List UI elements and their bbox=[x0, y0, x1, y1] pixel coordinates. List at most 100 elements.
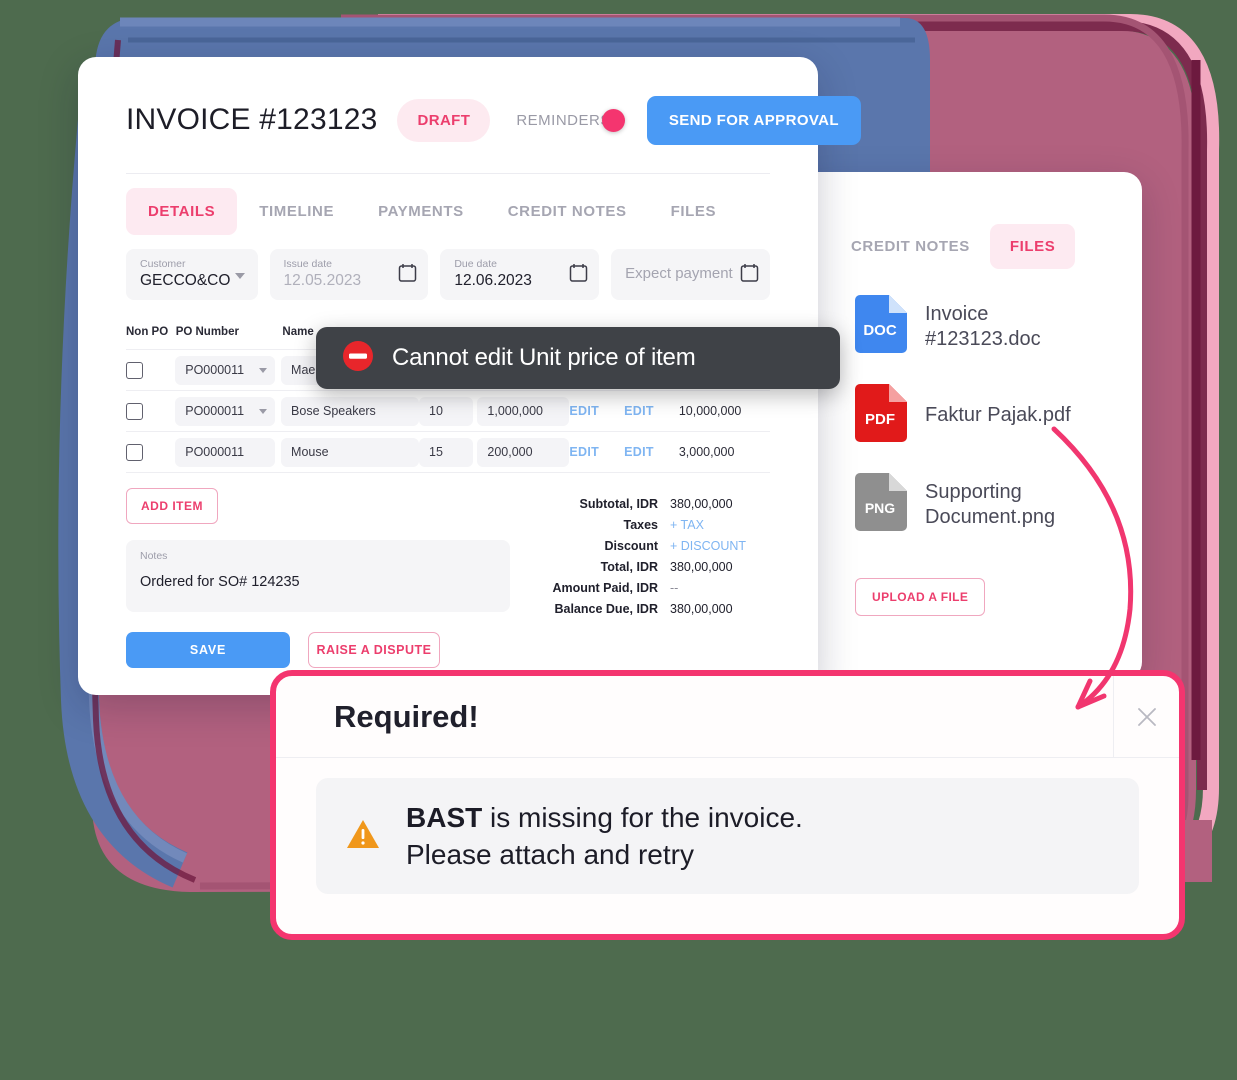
row-total-value: 10,000,000 bbox=[678, 404, 742, 418]
due-date-label: Due date bbox=[454, 258, 497, 270]
row-po-cell[interactable]: PO000011 bbox=[175, 350, 281, 390]
totals-value: 380,00,000 bbox=[670, 497, 733, 511]
po-number-select[interactable]: PO000011 bbox=[175, 437, 276, 467]
row-edit2-cell[interactable]: EDIT bbox=[624, 432, 679, 472]
unit-price-input[interactable]: 1,000,000 bbox=[477, 396, 570, 426]
notes-field[interactable]: Notes Ordered for SO# 124235 bbox=[126, 540, 510, 612]
tab-files[interactable]: FILES bbox=[989, 224, 1076, 269]
totals-label: Subtotal, IDR bbox=[579, 497, 658, 511]
raise-dispute-button[interactable]: RAISE A DISPUTE bbox=[308, 632, 440, 668]
expect-payment-placeholder: Expect payment bbox=[625, 265, 733, 282]
totals-summary: Subtotal, IDR 380,00,000 Taxes + TAX Dis… bbox=[520, 497, 770, 623]
due-date-field[interactable]: Due date 12.06.2023 bbox=[440, 249, 600, 300]
row-price-cell[interactable]: 1,000,000 bbox=[477, 391, 570, 431]
chevron-down-icon bbox=[259, 409, 268, 414]
status-badge: DRAFT bbox=[397, 98, 491, 142]
alert-bold-term: BAST bbox=[406, 802, 483, 833]
doc-file-icon: DOC bbox=[855, 295, 907, 358]
svg-text:PNG: PNG bbox=[865, 500, 895, 516]
totals-label: Balance Due, IDR bbox=[554, 602, 658, 616]
row-non-po-cell bbox=[126, 350, 175, 390]
item-name-input[interactable]: Mouse bbox=[281, 437, 420, 467]
calendar-icon bbox=[569, 262, 588, 287]
totals-value: -- bbox=[670, 581, 679, 595]
file-list-item[interactable]: PNG Supporting Document.png bbox=[797, 473, 1142, 536]
qty-value: 10 bbox=[429, 404, 443, 418]
totals-value: 380,00,000 bbox=[670, 560, 733, 574]
required-dialog: Required! BAST is missing for the invoic… bbox=[270, 670, 1185, 940]
tab-files[interactable]: FILES bbox=[649, 188, 739, 235]
table-row[interactable]: PO000011 Mouse 15 200,000 EDIT EDIT 3,00… bbox=[126, 431, 770, 472]
row-edit1-cell[interactable]: EDIT bbox=[569, 432, 624, 472]
unit-price-value: 200,000 bbox=[487, 445, 533, 459]
svg-text:DOC: DOC bbox=[863, 322, 897, 339]
row-edit1-cell[interactable]: EDIT bbox=[569, 391, 624, 431]
file-list-item[interactable]: DOC Invoice #123123.doc bbox=[797, 295, 1142, 358]
row-po-cell[interactable]: PO000011 bbox=[175, 432, 281, 472]
row-checkbox[interactable] bbox=[126, 361, 143, 379]
save-button[interactable]: SAVE bbox=[126, 632, 290, 668]
table-row[interactable]: PO000011 Bose Speakers 10 1,000,000 EDIT… bbox=[126, 390, 770, 431]
row-checkbox[interactable] bbox=[126, 402, 143, 420]
qty-value: 15 bbox=[429, 445, 443, 459]
calendar-icon bbox=[398, 262, 417, 287]
edit-link[interactable]: EDIT bbox=[624, 404, 654, 418]
file-list-item[interactable]: PDF Faktur Pajak.pdf bbox=[797, 384, 1142, 447]
dialog-header: Required! bbox=[276, 676, 1179, 758]
customer-field[interactable]: Customer GECCO&CO bbox=[126, 249, 258, 300]
tab-details[interactable]: DETAILS bbox=[126, 188, 238, 235]
unit-price-input[interactable]: 200,000 bbox=[477, 437, 570, 467]
item-name-value: Bose Speakers bbox=[291, 404, 376, 418]
invoice-actions: SAVE RAISE A DISPUTE bbox=[126, 632, 770, 668]
invoice-fields: Customer GECCO&CO Issue date 12.05.2023 … bbox=[126, 235, 770, 300]
tab-credit-notes[interactable]: CREDIT NOTES bbox=[486, 188, 649, 235]
issue-date-field[interactable]: Issue date 12.05.2023 bbox=[269, 249, 429, 300]
send-for-approval-button[interactable]: SEND FOR APPROVAL bbox=[646, 95, 861, 145]
row-total-cell: 10,000,000 bbox=[679, 391, 770, 431]
issue-date-value: 12.05.2023 bbox=[283, 272, 362, 289]
table-bottom-divider bbox=[126, 472, 770, 473]
close-icon[interactable] bbox=[1113, 676, 1179, 758]
row-non-po-cell bbox=[126, 391, 175, 431]
qty-input[interactable]: 15 bbox=[419, 437, 474, 467]
tab-timeline[interactable]: TIMELINE bbox=[237, 188, 356, 235]
tab-credit-notes[interactable]: CREDIT NOTES bbox=[831, 224, 990, 269]
po-number-select[interactable]: PO000011 bbox=[175, 396, 276, 426]
customer-value: GECCO&CO bbox=[140, 272, 231, 289]
column-header-non-po: Non PO bbox=[126, 326, 169, 338]
row-checkbox[interactable] bbox=[126, 443, 143, 461]
toast-message: Cannot edit Unit price of item bbox=[392, 344, 696, 371]
add-item-button[interactable]: ADD ITEM bbox=[126, 488, 218, 524]
row-name-cell[interactable]: Bose Speakers bbox=[281, 391, 420, 431]
row-edit2-cell[interactable]: EDIT bbox=[624, 391, 679, 431]
pdf-file-icon: PDF bbox=[855, 384, 907, 447]
row-price-cell[interactable]: 200,000 bbox=[477, 432, 570, 472]
calendar-icon bbox=[740, 262, 759, 287]
tab-payments[interactable]: PAYMENTS bbox=[356, 188, 486, 235]
edit-link[interactable]: EDIT bbox=[569, 404, 599, 418]
totals-row: Balance Due, IDR 380,00,000 bbox=[520, 602, 770, 616]
row-qty-cell[interactable]: 15 bbox=[419, 432, 477, 472]
file-name: Supporting Document.png bbox=[925, 480, 1056, 528]
row-po-cell[interactable]: PO000011 bbox=[175, 391, 281, 431]
alert-rest-text: is missing for the invoice. bbox=[482, 802, 803, 833]
upload-file-button[interactable]: UPLOAD A FILE bbox=[855, 578, 986, 616]
add-discount-link[interactable]: + DISCOUNT bbox=[670, 539, 770, 553]
png-file-icon: PNG bbox=[855, 473, 907, 536]
po-number-value: PO000011 bbox=[185, 363, 245, 377]
expect-payment-field[interactable]: Expect payment bbox=[611, 249, 770, 300]
edit-link[interactable]: EDIT bbox=[569, 445, 599, 459]
page-title: INVOICE #123123 bbox=[126, 103, 378, 136]
qty-input[interactable]: 10 bbox=[419, 396, 474, 426]
edit-link[interactable]: EDIT bbox=[624, 445, 654, 459]
po-number-value: PO000011 bbox=[185, 404, 245, 418]
due-date-value: 12.06.2023 bbox=[454, 272, 532, 289]
po-number-select[interactable]: PO000011 bbox=[175, 355, 276, 385]
row-qty-cell[interactable]: 10 bbox=[419, 391, 477, 431]
row-name-cell[interactable]: Mouse bbox=[281, 432, 420, 472]
add-tax-link[interactable]: + TAX bbox=[670, 518, 770, 532]
item-name-input[interactable]: Bose Speakers bbox=[281, 396, 420, 426]
totals-label: Amount Paid, IDR bbox=[552, 581, 658, 595]
notes-value: Ordered for SO# 124235 bbox=[140, 574, 300, 590]
warning-triangle-icon bbox=[346, 818, 380, 855]
